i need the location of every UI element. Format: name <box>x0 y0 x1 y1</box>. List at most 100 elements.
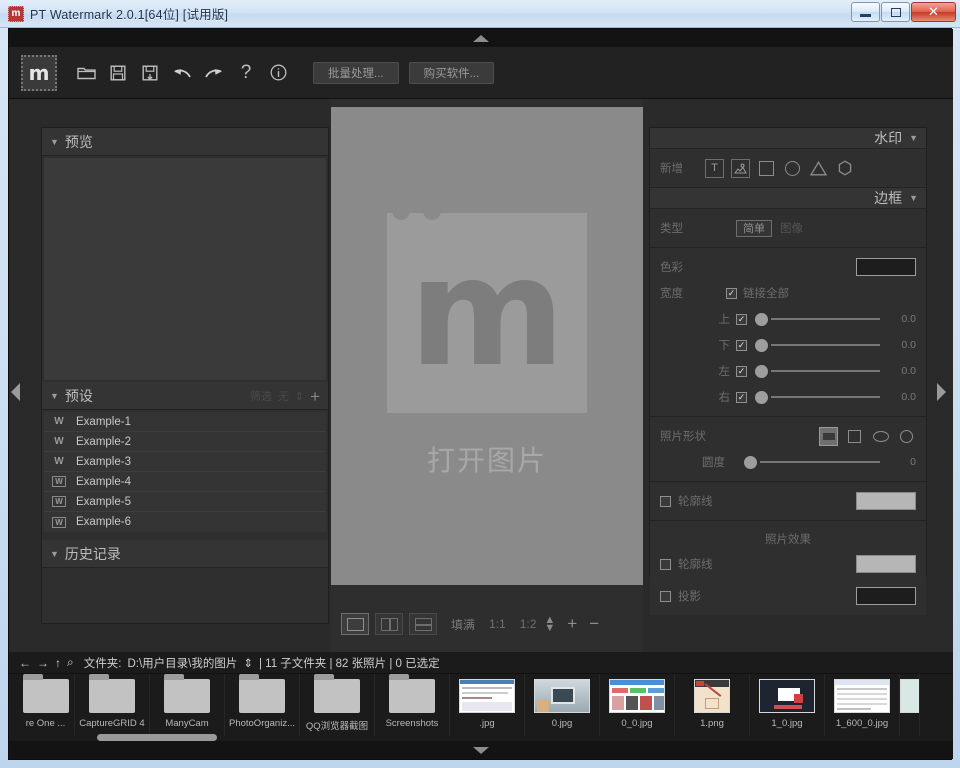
logo-letter: m <box>408 226 566 400</box>
collapse-left-panel-button[interactable] <box>11 383 25 403</box>
border-right-slider[interactable] <box>755 390 880 404</box>
list-item[interactable]: W Example-5 <box>44 492 326 512</box>
chevron-left-icon <box>11 383 20 401</box>
zoom-fill-button[interactable]: 填满 <box>451 616 475 633</box>
list-item[interactable] <box>900 674 920 736</box>
zoom-1-2-button[interactable]: 1:2 <box>520 617 537 631</box>
list-item[interactable]: Screenshots <box>375 674 450 736</box>
border-left-checkbox[interactable]: ✓ <box>736 365 747 377</box>
border-type-image-button[interactable]: 图像 <box>780 220 803 236</box>
effects-outline-color-swatch[interactable] <box>856 555 916 573</box>
save-as-icon[interactable] <box>135 58 165 88</box>
preview-thumbnail-area[interactable] <box>44 158 326 380</box>
list-item[interactable]: W Example-3 <box>44 452 326 472</box>
watermark-section-header[interactable]: 水印 ▼ <box>650 128 926 149</box>
open-folder-icon[interactable] <box>71 58 101 88</box>
border-type-simple-button[interactable]: 简单 <box>736 219 772 237</box>
square-watermark-icon[interactable] <box>757 159 776 178</box>
zoom-out-button[interactable]: − <box>589 614 599 634</box>
shadow-label: 投影 <box>678 591 701 603</box>
buy-software-button[interactable]: 购买软件... <box>408 61 495 84</box>
image-watermark-icon[interactable] <box>731 158 750 178</box>
shape-rounded-rect-icon[interactable] <box>819 426 838 446</box>
scrollbar-thumb[interactable] <box>97 734 217 741</box>
nav-forward-icon[interactable]: → <box>37 656 49 670</box>
roundness-slider[interactable] <box>744 455 880 469</box>
border-bottom-checkbox[interactable]: ✓ <box>736 339 747 351</box>
image-canvas[interactable]: m 打开图片 <box>331 107 643 585</box>
border-right-checkbox[interactable]: ✓ <box>736 391 747 403</box>
list-item[interactable]: PhotoOrganiz... <box>225 674 300 736</box>
info-icon[interactable] <box>263 58 293 88</box>
border-color-swatch[interactable] <box>856 258 916 276</box>
search-icon[interactable]: ⌕ <box>67 655 74 670</box>
border-color-row: 色彩 <box>650 254 926 280</box>
zoom-1-1-button[interactable]: 1:1 <box>489 617 506 631</box>
thumbnail-scrollbar[interactable] <box>9 734 953 741</box>
folder-path[interactable]: D:\用户目录\我的图片 <box>127 655 237 671</box>
border-section-header[interactable]: 边框 ▼ <box>650 188 926 209</box>
maximize-button[interactable] <box>881 2 910 22</box>
zoom-stepper-icon[interactable]: ▲ ▼ <box>544 615 555 634</box>
shadow-color-swatch[interactable] <box>856 587 916 605</box>
text-watermark-icon[interactable]: T <box>705 158 724 178</box>
minimize-button[interactable] <box>851 2 880 22</box>
chevron-right-icon <box>937 383 946 401</box>
list-item[interactable]: 1_600_0.jpg <box>825 674 900 736</box>
border-bottom-value: 0.0 <box>901 339 916 351</box>
border-outline-checkbox[interactable] <box>660 495 671 507</box>
presets-section-header[interactable]: ▼ 预设 筛选 无 ⇕ + <box>42 382 328 410</box>
border-bottom-slider[interactable] <box>755 338 880 352</box>
nav-up-icon[interactable]: ↑ <box>55 656 61 670</box>
list-item[interactable]: CaptureGRID 4 <box>75 674 150 736</box>
save-icon[interactable] <box>103 58 133 88</box>
effects-outline-checkbox[interactable] <box>660 558 671 570</box>
open-image-label[interactable]: 打开图片 <box>427 439 547 479</box>
preset-filter-value[interactable]: 无 <box>278 388 289 404</box>
triangle-watermark-icon[interactable] <box>809 159 828 178</box>
border-outline-color-swatch[interactable] <box>856 492 916 510</box>
list-item[interactable]: re One ... <box>17 674 75 736</box>
list-item[interactable]: 0.jpg <box>525 674 600 736</box>
link-all-checkbox[interactable]: ✓ <box>726 287 737 299</box>
list-item[interactable]: ManyCam <box>150 674 225 736</box>
shape-circle-icon[interactable] <box>897 427 916 446</box>
path-dropdown-icon[interactable]: ⇕ <box>243 656 253 670</box>
list-item[interactable]: 1.png <box>675 674 750 736</box>
zoom-in-button[interactable]: + <box>567 614 577 634</box>
history-section-header[interactable]: ▼ 历史记录 <box>42 540 328 568</box>
add-preset-icon[interactable]: + <box>310 388 320 405</box>
view-single-button[interactable] <box>341 613 369 635</box>
preset-sort-icon[interactable]: ⇕ <box>295 390 304 403</box>
shadow-checkbox[interactable] <box>660 590 671 602</box>
collapse-right-panel-button[interactable] <box>937 383 951 403</box>
shape-square-icon[interactable] <box>845 427 864 446</box>
preview-section-header[interactable]: ▼ 预览 <box>42 128 328 156</box>
help-icon[interactable]: ? <box>231 58 261 88</box>
list-item[interactable]: 1_0.jpg <box>750 674 825 736</box>
collapse-bottom-bar[interactable] <box>9 741 953 759</box>
border-top-checkbox[interactable]: ✓ <box>736 313 747 325</box>
list-item[interactable]: W Example-2 <box>44 432 326 452</box>
collapse-top-bar[interactable] <box>9 29 953 47</box>
list-item[interactable]: W Example-1 <box>44 412 326 432</box>
border-left-slider[interactable] <box>755 364 880 378</box>
list-item[interactable]: .jpg <box>450 674 525 736</box>
redo-icon[interactable] <box>199 58 229 88</box>
list-item[interactable]: 0_0.jpg <box>600 674 675 736</box>
photo-effects-title: 照片效果 <box>765 534 811 546</box>
list-item[interactable]: QQ浏览器截图 <box>300 674 375 736</box>
close-button[interactable]: ✕ <box>911 2 956 22</box>
view-split-vertical-button[interactable] <box>375 613 403 635</box>
border-width-label: 宽度 <box>660 288 683 300</box>
undo-icon[interactable] <box>167 58 197 88</box>
batch-process-button[interactable]: 批量处理... <box>313 61 399 84</box>
list-item[interactable]: W Example-6 <box>44 512 326 532</box>
view-split-horizontal-button[interactable] <box>409 613 437 635</box>
shape-ellipse-icon[interactable] <box>871 427 890 446</box>
circle-watermark-icon[interactable] <box>783 159 802 178</box>
border-top-slider[interactable] <box>755 312 880 326</box>
nav-back-icon[interactable]: ← <box>19 656 31 670</box>
list-item[interactable]: W Example-4 <box>44 472 326 492</box>
hexagon-watermark-icon[interactable] <box>835 159 854 178</box>
